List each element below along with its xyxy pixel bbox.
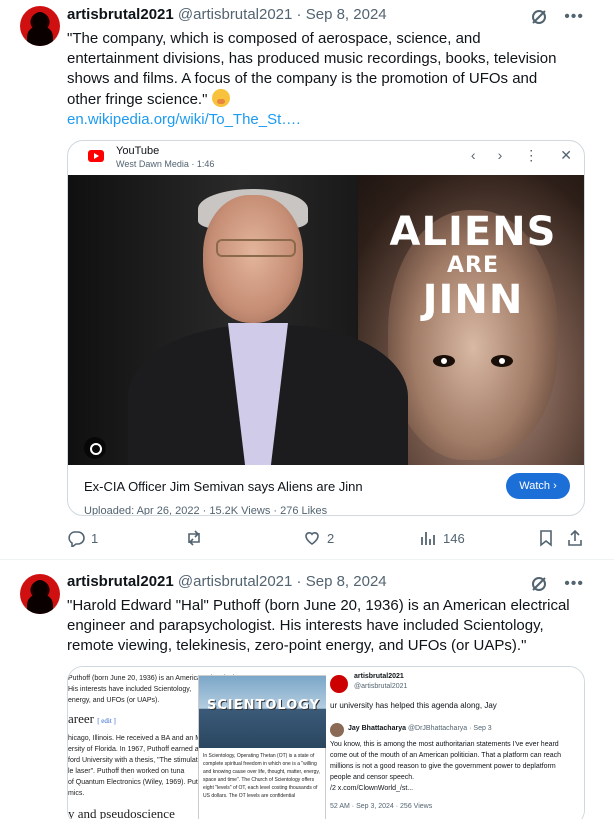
- wiki-text-line: hicago, Illinois. He received a BA and a…: [68, 735, 206, 742]
- avatar[interactable]: [20, 574, 60, 614]
- card-source: YouTube: [116, 145, 160, 157]
- close-icon[interactable]: ✕: [560, 147, 572, 164]
- wiki-text-line: le laser". Puthoff then worked on tuna: [68, 768, 185, 775]
- video-meta: Uploaded: Apr 26, 2022 · 15.2K Views · 2…: [84, 505, 328, 516]
- tweet-date[interactable]: Sep 8, 2024: [306, 573, 387, 590]
- reply-button[interactable]: 1: [67, 529, 98, 547]
- thumbnail-title-line: JINN: [422, 277, 524, 323]
- quote-text-line: /2 x.com/ClownWorld_/st...: [330, 785, 414, 792]
- card-footer: Ex-CIA Officer Jim Semivan says Aliens a…: [68, 465, 584, 516]
- quote-text-line: people and censor speech.: [330, 774, 415, 781]
- separator-dot: ·: [296, 573, 302, 590]
- thumbnail-title-line: ARE: [447, 253, 499, 278]
- tweet[interactable]: artisbrutal2021 @artisbrutal2021 · Sep 8…: [0, 560, 614, 819]
- views-button[interactable]: 146: [419, 529, 465, 547]
- tweet-text-line: other fringe science.": [67, 91, 208, 108]
- speaker-glasses: [216, 239, 296, 257]
- wiki-text-line: ford University with a thesis, "The stim…: [68, 757, 206, 764]
- reply-icon: [68, 531, 85, 547]
- card-channel: West Dawn Media · 1:46: [116, 159, 215, 169]
- wikipedia-link[interactable]: en.wikipedia.org/wiki/To_The_St….: [67, 110, 587, 130]
- scientology-building-image: SCIENTOLOGY: [199, 676, 327, 748]
- tweet-text-line: remote viewing, telekinesis, zero-point …: [67, 637, 527, 654]
- avatar: [330, 723, 344, 737]
- quote-timestamp: 52 AM · Sep 3, 2024 · 256 Views: [330, 803, 433, 810]
- tweet-screenshot[interactable]: artisbrutal2021 @artisbrutal2021 ur univ…: [326, 667, 584, 819]
- tweet-text-line: "Harold Edward "Hal" Puthoff (born June …: [67, 597, 570, 614]
- tweet-actions: 1 2 146: [67, 529, 587, 549]
- separator-dot: ·: [296, 6, 302, 23]
- repost-button[interactable]: [185, 529, 209, 547]
- quote-text-line: You know, this is among the most authori…: [330, 741, 559, 748]
- chevron-right-icon[interactable]: ›: [498, 147, 503, 164]
- tweet[interactable]: artisbrutal2021 @artisbrutal2021 · Sep 8…: [0, 0, 614, 560]
- like-count: 2: [327, 530, 335, 546]
- tweet-header: artisbrutal2021 @artisbrutal2021 · Sep 8…: [67, 6, 387, 26]
- quote-header: Jay Bhattacharya @DrJBhattacharya · Sep …: [348, 725, 492, 732]
- wiki-text-line: mics.: [68, 790, 85, 797]
- lens-icon[interactable]: [84, 437, 106, 459]
- author-name[interactable]: artisbrutal2021: [67, 6, 174, 23]
- shot-author-handle: @artisbrutal2021: [354, 683, 408, 690]
- more-options-icon[interactable]: •••: [564, 8, 584, 26]
- tweet-text: "The company, which is composed of aeros…: [67, 29, 587, 130]
- youtube-card-header: YouTube West Dawn Media · 1:46 ‹ › ⋮ ✕: [68, 141, 584, 175]
- analytics-icon: [421, 532, 435, 545]
- grok-icon[interactable]: [530, 8, 548, 26]
- heart-icon: [305, 532, 319, 545]
- view-count: 146: [443, 530, 465, 546]
- tweet-header-icons: •••: [530, 7, 584, 27]
- thumbnail-title-line: ALIENS: [389, 209, 557, 255]
- tweet-text-line: entertainment divisions, has produced mu…: [67, 50, 557, 67]
- like-button[interactable]: 2: [303, 529, 334, 547]
- reply-count: 1: [91, 530, 99, 546]
- tweet-text-line: "The company, which is composed of aeros…: [67, 30, 481, 47]
- youtube-card[interactable]: YouTube West Dawn Media · 1:46 ‹ › ⋮ ✕ A…: [67, 140, 585, 516]
- media-collage[interactable]: Puthoff (born June 20, 1936) is an Ameri…: [67, 666, 585, 819]
- avatar[interactable]: [20, 6, 60, 46]
- wiki-text-line: energy, and UFOs (or UAPs).: [68, 697, 160, 704]
- quote-text-line: come out of the mouth of an American pol…: [330, 752, 561, 759]
- card-nav: ‹ › ⋮ ✕: [471, 147, 572, 164]
- avatar: [330, 675, 348, 693]
- wiki-text-line: ersity of Florida. In 1967, Puthoff earn…: [68, 746, 199, 753]
- more-options-icon[interactable]: •••: [564, 575, 584, 593]
- scientology-description: In Scientology, Operating Thetan (OT) is…: [203, 753, 320, 799]
- scientology-clip[interactable]: SCIENTOLOGY In Scientology, Operating Th…: [198, 675, 327, 819]
- alien-eye: [433, 355, 455, 367]
- tweet-text-line: shows and films. A focus of the company …: [67, 70, 538, 87]
- wiki-text-line: of Quantum Electronics (Wiley, 1969). Pu…: [68, 779, 202, 786]
- author-handle[interactable]: @artisbrutal2021: [178, 573, 292, 590]
- tweet-header-icons: •••: [530, 574, 584, 594]
- tweet-header: artisbrutal2021 @artisbrutal2021 · Sep 8…: [67, 573, 387, 593]
- author-handle[interactable]: @artisbrutal2021: [178, 6, 292, 23]
- repost-icon: [188, 530, 200, 546]
- thumbnail-title: ALIENS ARE JINN: [368, 211, 578, 321]
- quote-text-line: millions is not a good reason to give th…: [330, 763, 556, 770]
- youtube-logo-icon: [88, 150, 104, 162]
- shushing-face-emoji-icon: [211, 89, 230, 107]
- chevron-left-icon[interactable]: ‹: [471, 147, 476, 164]
- scientology-sign: SCIENTOLOGY: [207, 698, 321, 713]
- tweet-date[interactable]: Sep 8, 2024: [306, 6, 387, 23]
- tweet-text-line: engineer and parapsychologist. His inter…: [67, 617, 544, 634]
- video-thumbnail[interactable]: ALIENS ARE JINN: [68, 175, 584, 465]
- wiki-text-line: His interests have included Scientology,: [68, 686, 192, 693]
- video-title[interactable]: Ex-CIA Officer Jim Semivan says Aliens a…: [84, 479, 363, 494]
- share-icon[interactable]: [566, 529, 584, 547]
- vertical-more-icon[interactable]: ⋮: [524, 147, 538, 164]
- bookmark-icon[interactable]: [537, 529, 555, 547]
- shot-author-name: artisbrutal2021: [354, 673, 404, 680]
- watch-button[interactable]: Watch ›: [506, 473, 570, 499]
- tweet-text: "Harold Edward "Hal" Puthoff (born June …: [67, 596, 587, 656]
- wiki-heading: areer [ edit ]: [68, 711, 116, 726]
- author-name[interactable]: artisbrutal2021: [67, 573, 174, 590]
- wiki-heading: y and pseudoscience: [68, 806, 175, 819]
- speaker-face: [203, 195, 303, 323]
- alien-eye: [491, 355, 513, 367]
- shot-text: ur university has helped this agenda alo…: [330, 701, 497, 710]
- grok-icon[interactable]: [530, 575, 548, 593]
